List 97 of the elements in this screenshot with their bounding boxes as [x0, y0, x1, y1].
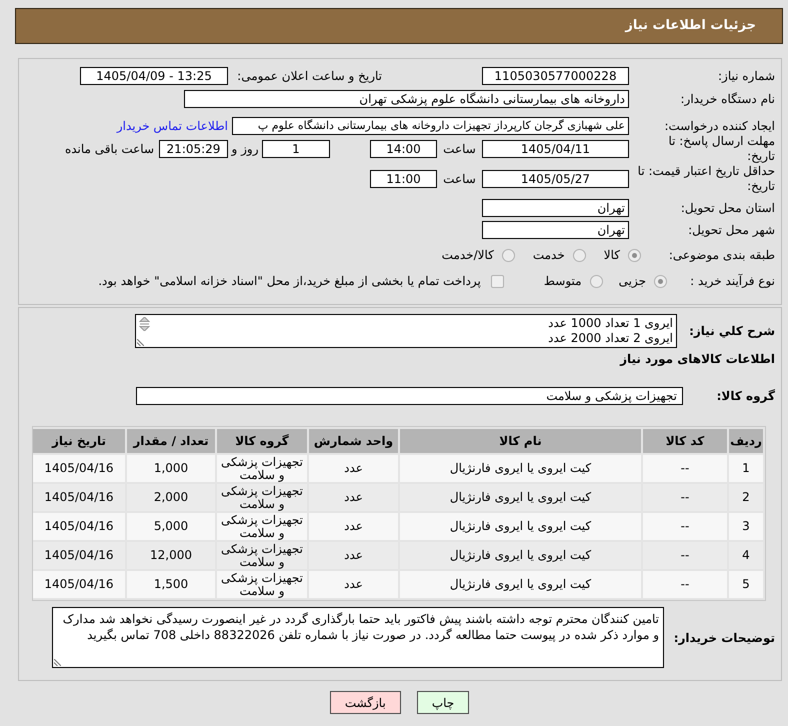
- radio-button[interactable]: [572, 248, 586, 262]
- field-label: ساعت: [442, 171, 477, 188]
- table-cell: 1405/04/16: [33, 571, 125, 598]
- radio-button[interactable]: [654, 274, 667, 288]
- table-cell: 4: [729, 542, 763, 569]
- table-cell: 1: [729, 455, 763, 482]
- table-cell: 3: [729, 513, 763, 540]
- field-label: ایجاد کننده درخواست:: [663, 118, 775, 135]
- page-title: جزئیات اطلاعات نیاز: [625, 17, 756, 36]
- table-cell: 5: [729, 571, 763, 598]
- print-button[interactable]: چاپ: [416, 691, 470, 714]
- table-cell: عدد: [309, 484, 398, 511]
- date-field[interactable]: 1405/04/11: [482, 140, 629, 158]
- buyer-org-field[interactable]: داروخانه های بیمارستانی دانشگاه علوم پزشکی تهران: [184, 90, 629, 108]
- time-field[interactable]: 14:00: [370, 140, 437, 158]
- column-header: تعداد / مقدار: [127, 429, 215, 453]
- table-cell: 5,000: [127, 513, 215, 540]
- table-cell: 1405/04/16: [33, 484, 125, 511]
- back-button[interactable]: بازگشت: [330, 691, 401, 714]
- field-label: شماره نیاز:: [717, 68, 775, 85]
- table-cell: 1405/04/16: [33, 542, 125, 569]
- remaining-time-field[interactable]: 21:05:29: [159, 140, 228, 158]
- radio-button[interactable]: [502, 248, 515, 262]
- radio-label: کالا/خدمت: [442, 247, 494, 264]
- table-cell: عدد: [309, 455, 398, 482]
- field-label: حداقل تاریخ اعتبار قیمت: تا تاریخ:: [636, 164, 775, 194]
- days-field[interactable]: 1: [262, 140, 330, 158]
- notes-text: تامین کنندگان محترم توجه داشته باشند پیش فاکتور باید حتما بارگذاری گردد در غیر اینصورت رسیدگی نخواهد شد مدارک و موارد ذکر شده در پیوست حتما مطالعه گردد. در صورت نیاز با شماره تلفن 88322026 داخلی 708 تماس بگیرید: [62, 611, 659, 643]
- column-header: کد کالا: [643, 429, 727, 453]
- province-field[interactable]: تهران: [482, 199, 629, 217]
- table-cell: 1405/04/16: [33, 513, 125, 540]
- requester-field[interactable]: علی شهبازی گرجان کارپرداز تجهیزات داروخانه های بیمارستانی دانشگاه علوم پ: [232, 117, 629, 135]
- table-cell: کیت ایروی یا ایروی فارنژیال: [400, 571, 641, 598]
- field-label: استان محل تحویل:: [680, 200, 775, 217]
- column-header: گروه کالا: [217, 429, 307, 453]
- field-label: شهر محل تحویل:: [687, 222, 775, 239]
- radio-label: خدمت: [532, 247, 565, 264]
- table-cell: تجهیزات پزشکی و سلامت: [217, 455, 307, 482]
- resize-grip-icon[interactable]: [54, 659, 61, 666]
- date-time-field[interactable]: 1405/04/09 - 13:25: [80, 67, 228, 85]
- table-cell: --: [643, 484, 727, 511]
- field-label: نوع فرآیند خرید :: [689, 273, 775, 290]
- radio-button[interactable]: [628, 248, 641, 262]
- table-cell: عدد: [309, 542, 398, 569]
- column-header: نام کالا: [400, 429, 641, 453]
- field-label: گروه کالا:: [716, 388, 775, 405]
- table-cell: عدد: [309, 571, 398, 598]
- column-header: تاریخ نیاز: [33, 429, 125, 453]
- goods-group-field[interactable]: تجهیزات پزشکی و سلامت: [136, 387, 683, 405]
- table-cell: تجهیزات پزشکی و سلامت: [217, 513, 307, 540]
- table-cell: 12,000: [127, 542, 215, 569]
- table-cell: کیت ایروی یا ایروی فارنژیال: [400, 455, 641, 482]
- table-cell: 2: [729, 484, 763, 511]
- description-line: ایروی 2 تعداد 2000 عدد: [547, 331, 673, 346]
- field-label: طبقه بندی موضوعی:: [668, 247, 775, 264]
- time-field[interactable]: 11:00: [370, 170, 437, 188]
- field-label: مهلت ارسال پاسخ: تا تاریخ:: [667, 134, 775, 164]
- field-label: توضیحات خریدار:: [672, 630, 775, 646]
- field-label: ساعت باقی مانده: [64, 141, 154, 158]
- resize-grip-icon[interactable]: [137, 339, 144, 346]
- table-cell: تجهیزات پزشکی و سلامت: [217, 484, 307, 511]
- table-cell: تجهیزات پزشکی و سلامت: [217, 571, 307, 598]
- radio-button[interactable]: [590, 274, 603, 288]
- description-line: ایروی 1 تعداد 1000 عدد: [547, 316, 673, 331]
- table-cell: --: [643, 455, 727, 482]
- column-header: واحد شمارش: [309, 429, 398, 453]
- field-label: ساعت: [442, 141, 477, 158]
- radio-label: متوسط: [544, 273, 582, 290]
- table-cell: عدد: [309, 513, 398, 540]
- field-label: تاریخ و ساعت اعلان عمومی:: [237, 68, 382, 85]
- table-cell: 2,000: [127, 484, 215, 511]
- table-cell: 1405/04/16: [33, 455, 125, 482]
- table-cell: --: [643, 542, 727, 569]
- radio-label: کالا: [604, 247, 620, 264]
- contact-info-link[interactable]: اطلاعات تماس خریدار: [116, 117, 228, 135]
- table-cell: 1,000: [127, 455, 215, 482]
- column-header: ردیف: [729, 429, 763, 453]
- table-cell: کیت ایروی یا ایروی فارنژیال: [400, 542, 641, 569]
- table-cell: 1,500: [127, 571, 215, 598]
- field-label: نام دستگاه خریدار:: [680, 91, 775, 108]
- scroll-arrows-icon[interactable]: [139, 317, 150, 331]
- section-heading: اطلاعات کالاهای مورد نیاز: [620, 351, 775, 367]
- description-field[interactable]: ایروی 1 تعداد 1000 عدد ایروی 2 تعداد 2000 عدد: [135, 314, 677, 348]
- table-cell: --: [643, 571, 727, 598]
- date-field[interactable]: 1405/05/27: [482, 170, 629, 188]
- field-label: شرح کلي نياز:: [688, 323, 775, 340]
- city-field[interactable]: تهران: [482, 221, 629, 239]
- table-cell: --: [643, 513, 727, 540]
- checkbox[interactable]: [490, 274, 504, 288]
- field-label: روز و: [230, 141, 260, 158]
- table-cell: تجهیزات پزشکی و سلامت: [217, 542, 307, 569]
- table-cell: کیت ایروی یا ایروی فارنژیال: [400, 513, 641, 540]
- checkbox-label: پرداخت تمام یا بخشی از مبلغ خرید،از محل "اسناد خزانه اسلامی" خواهد بود.: [98, 273, 481, 290]
- table-cell: کیت ایروی یا ایروی فارنژیال: [400, 484, 641, 511]
- buyer-notes-field[interactable]: [52, 607, 664, 668]
- need-number-field[interactable]: 1105030577000228: [482, 67, 629, 85]
- radio-label: جزیی: [618, 273, 646, 290]
